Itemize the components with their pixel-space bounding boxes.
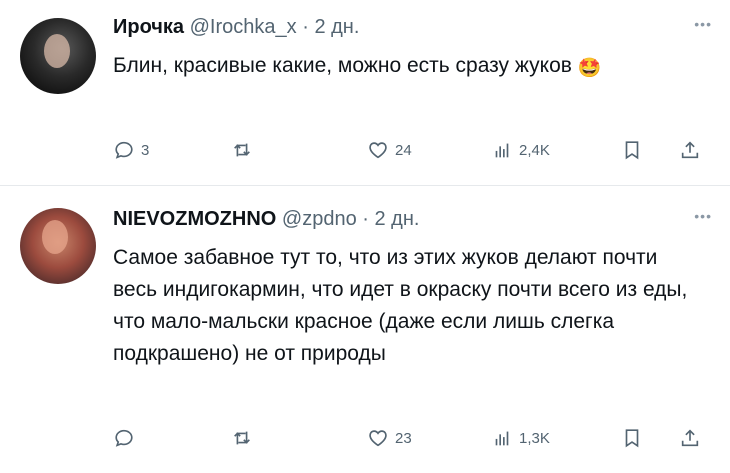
views-count: 2,4K	[519, 141, 550, 159]
separator: ·	[362, 208, 369, 230]
like-button[interactable]: 24	[367, 136, 412, 164]
reply-button[interactable]	[113, 424, 141, 452]
reply-button[interactable]: 3	[113, 136, 149, 164]
views-count: 1,3K	[519, 429, 550, 447]
retweet-icon	[234, 143, 250, 157]
share-button[interactable]	[679, 424, 701, 452]
timestamp[interactable]: 2 дн.	[375, 208, 420, 230]
reply-icon	[115, 429, 133, 447]
share-icon	[681, 141, 699, 159]
action-bar: 23 1,3K	[113, 424, 713, 452]
tweet-header: Ирочка @Irochka_x · 2 дн.	[113, 14, 359, 40]
like-count: 24	[395, 141, 412, 159]
bookmark-button[interactable]	[621, 136, 643, 164]
views-icon	[495, 431, 509, 446]
star-struck-emoji: 🤩	[577, 58, 602, 79]
separator: ·	[302, 16, 309, 38]
views-icon	[495, 143, 509, 158]
bookmark-icon	[625, 141, 639, 160]
avatar-face	[42, 220, 68, 254]
avatar[interactable]	[20, 208, 96, 284]
tweet[interactable]: Ирочка @Irochka_x · 2 дн. ••• Блин, крас…	[0, 0, 730, 185]
tweet[interactable]: NIEVOZMOZHNO @zpdno · 2 дн. ••• Самое за…	[0, 186, 730, 473]
reply-icon	[115, 141, 133, 159]
retweet-icon	[234, 431, 250, 445]
tweet-text: Самое забавное тут то, что из этих жуков…	[113, 246, 688, 365]
like-count: 23	[395, 429, 412, 447]
retweet-button[interactable]	[231, 424, 259, 452]
heart-icon	[369, 142, 387, 159]
author-handle[interactable]: @Irochka_x	[190, 16, 297, 38]
avatar-face	[44, 34, 70, 68]
tweet-header: NIEVOZMOZHNO @zpdno · 2 дн.	[113, 206, 419, 232]
more-icon[interactable]: •••	[694, 16, 712, 32]
like-button[interactable]: 23	[367, 424, 412, 452]
author-handle[interactable]: @zpdno	[282, 208, 357, 230]
action-bar: 3 24 2,4K	[113, 136, 713, 164]
views-button[interactable]: 2,4K	[491, 136, 550, 164]
retweet-button[interactable]	[231, 136, 259, 164]
share-icon	[681, 429, 699, 447]
share-button[interactable]	[679, 136, 701, 164]
tweet-text: Блин, красивые какие, можно есть сразу ж…	[113, 50, 703, 85]
views-button[interactable]: 1,3K	[491, 424, 550, 452]
more-icon[interactable]: •••	[694, 208, 712, 224]
author-name[interactable]: Ирочка	[113, 16, 184, 38]
timestamp[interactable]: 2 дн.	[314, 16, 359, 38]
tweet-text-body: Блин, красивые какие, можно есть сразу ж…	[113, 54, 572, 77]
reply-count: 3	[141, 141, 150, 159]
bookmark-button[interactable]	[621, 424, 643, 452]
author-name[interactable]: NIEVOZMOZHNO	[113, 208, 276, 230]
heart-icon	[369, 430, 387, 447]
bookmark-icon	[625, 429, 639, 448]
avatar[interactable]	[20, 18, 96, 94]
